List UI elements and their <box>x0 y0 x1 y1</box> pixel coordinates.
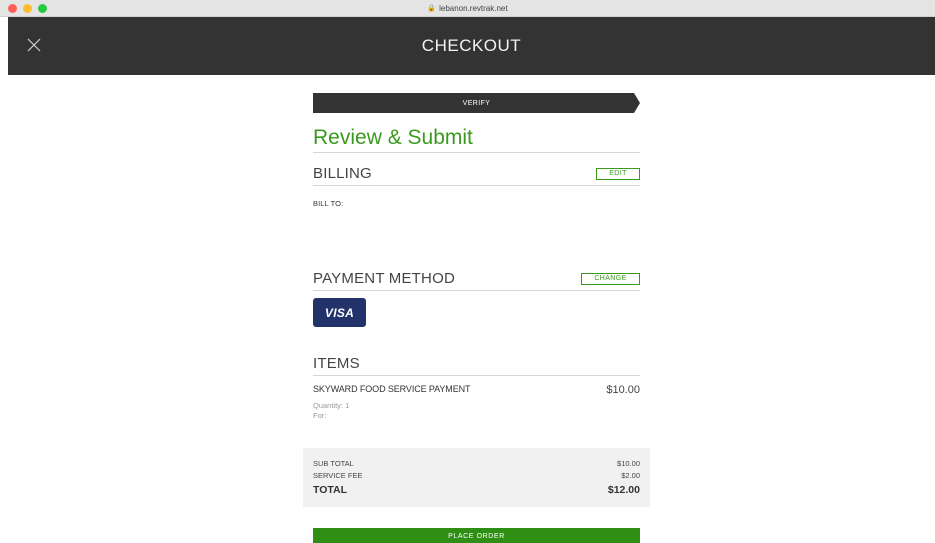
subtotal-row: SUB TOTAL $10.00 <box>313 458 640 470</box>
lock-icon: 🔒 <box>427 5 437 12</box>
browser-titlebar: 🔒 lebanon.revtrak.net <box>0 0 935 17</box>
service-fee-value: $2.00 <box>621 471 640 480</box>
maximize-window-button[interactable] <box>38 4 47 13</box>
item-details: Quantity: 1 For: <box>313 401 640 421</box>
total-value: $12.00 <box>607 484 640 496</box>
total-row: TOTAL $12.00 <box>313 482 640 498</box>
billing-title: BILLING <box>313 165 372 182</box>
checkout-main: VERIFY Review & Submit BILLING EDIT BILL… <box>313 93 640 421</box>
item-price: $10.00 <box>606 384 640 396</box>
items-section-header: ITEMS <box>313 355 640 376</box>
list-item: SKYWARD FOOD SERVICE PAYMENT $10.00 <box>313 384 640 396</box>
page-title: CHECKOUT <box>421 36 522 55</box>
close-icon[interactable] <box>27 38 41 52</box>
bill-to-label: BILL TO: <box>313 199 344 208</box>
billing-section-header: BILLING EDIT <box>313 165 640 186</box>
progress-step-label: VERIFY <box>462 99 491 107</box>
progress-step-verify: VERIFY <box>313 93 640 113</box>
payment-method-title: PAYMENT METHOD <box>313 270 455 287</box>
service-fee-row: SERVICE FEE $2.00 <box>313 470 640 482</box>
subtotal-value: $10.00 <box>617 459 640 468</box>
item-name: SKYWARD FOOD SERVICE PAYMENT <box>313 384 471 394</box>
change-payment-button[interactable]: CHANGE <box>581 272 640 285</box>
edit-billing-button[interactable]: EDIT <box>596 167 640 180</box>
review-submit-title: Review & Submit <box>313 126 640 153</box>
service-fee-label: SERVICE FEE <box>313 471 363 480</box>
visa-card-logo: VISA <box>313 298 366 327</box>
address-bar[interactable]: 🔒 lebanon.revtrak.net <box>427 4 507 13</box>
items-title: ITEMS <box>313 355 360 372</box>
payment-section-header: PAYMENT METHOD CHANGE <box>313 270 640 291</box>
total-label: TOTAL <box>313 484 348 496</box>
item-quantity: Quantity: 1 <box>313 401 350 410</box>
window-controls <box>8 4 47 13</box>
url-text: lebanon.revtrak.net <box>439 3 508 13</box>
place-order-button[interactable]: PLACE ORDER <box>313 528 640 543</box>
item-for: For: <box>313 411 327 420</box>
minimize-window-button[interactable] <box>23 4 32 13</box>
subtotal-label: SUB TOTAL <box>313 459 354 468</box>
checkout-header: CHECKOUT <box>8 17 935 75</box>
order-totals: SUB TOTAL $10.00 SERVICE FEE $2.00 TOTAL… <box>303 448 650 507</box>
close-window-button[interactable] <box>8 4 17 13</box>
